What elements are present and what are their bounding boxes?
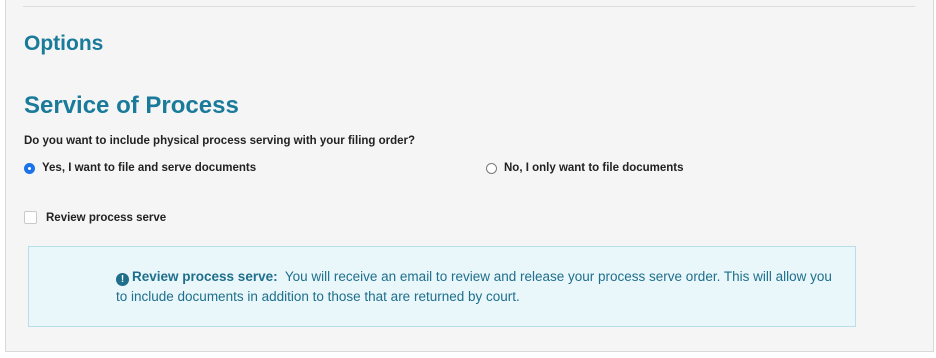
review-process-serve-checkbox[interactable]: Review process serve (24, 211, 166, 224)
top-divider (23, 6, 915, 7)
radio-button-selected[interactable] (24, 162, 35, 174)
info-message: ! Review process serve: You will receive … (116, 267, 836, 307)
radio-file-and-serve[interactable]: Yes, I want to file and serve documents (24, 162, 256, 174)
options-heading: Options (24, 32, 104, 55)
radio-file-only[interactable]: No, I only want to file documents (486, 162, 684, 174)
checkbox-box[interactable] (24, 211, 37, 224)
review-process-serve-info-box: ! Review process serve: You will receive … (28, 246, 856, 327)
radio-file-and-serve-label: Yes, I want to file and serve documents (42, 162, 257, 174)
review-process-serve-label: Review process serve (46, 211, 167, 224)
service-of-process-heading: Service of Process (24, 92, 239, 119)
exclamation-circle-icon: ! (116, 273, 129, 286)
options-panel: Options Service of Process Do you want t… (5, 0, 934, 352)
radio-button-unselected[interactable] (486, 162, 497, 174)
radio-file-only-label: No, I only want to file documents (504, 162, 684, 174)
process-serving-question: Do you want to include physical process … (24, 135, 416, 147)
info-title: Review process serve: (132, 269, 278, 284)
